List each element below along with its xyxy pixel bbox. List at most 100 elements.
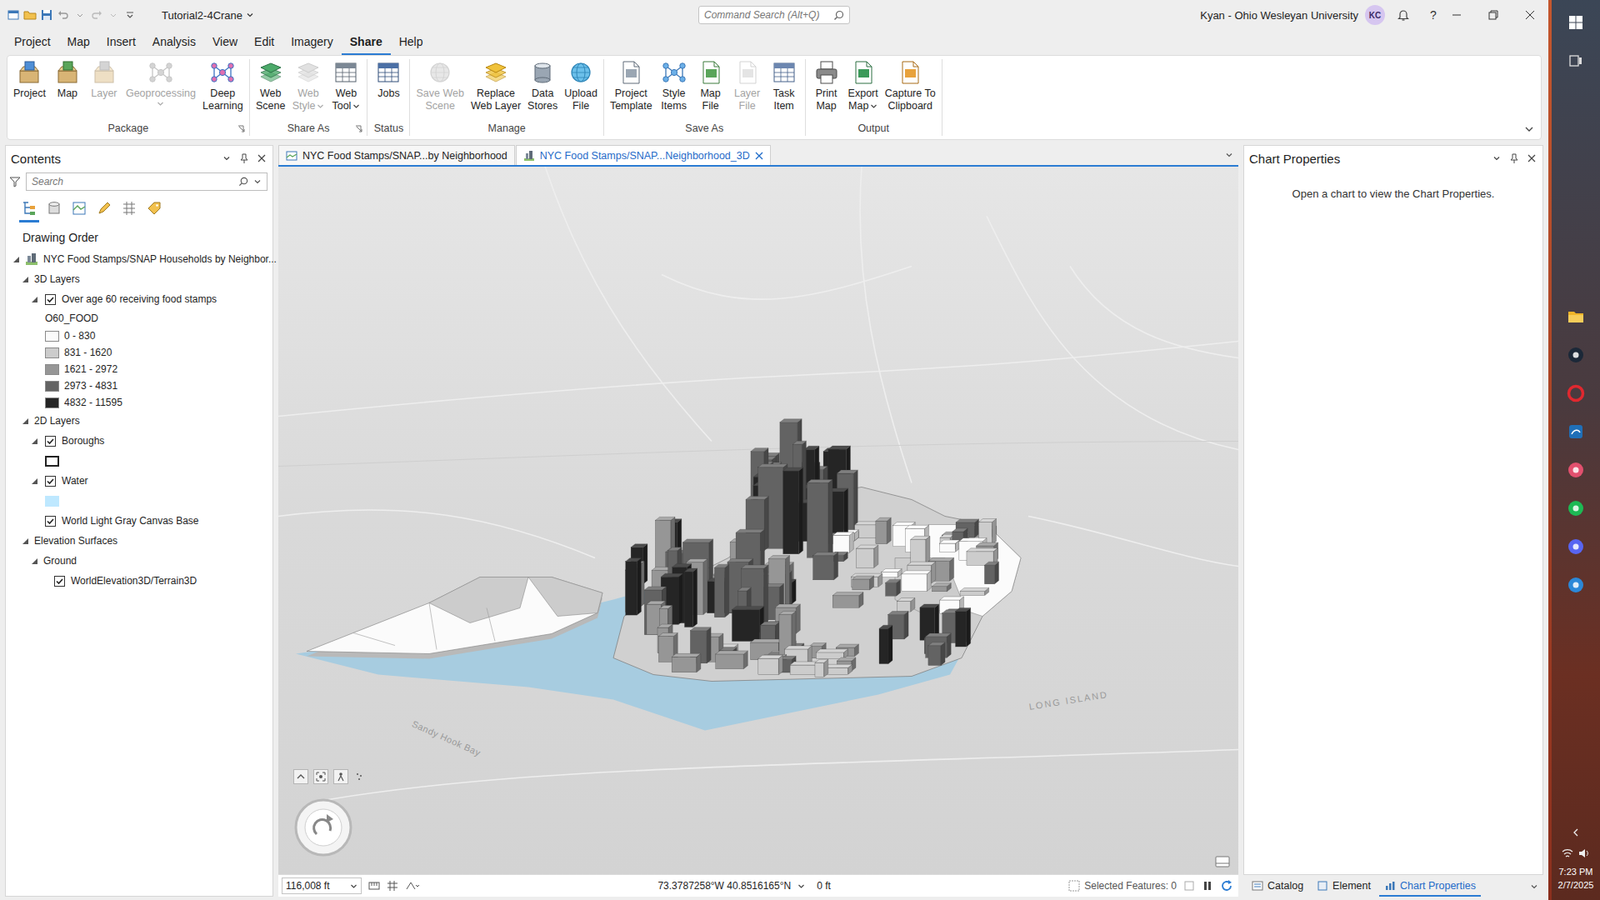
pane-menu-icon[interactable] xyxy=(222,154,231,163)
ribbon-tab[interactable]: Edit xyxy=(245,35,283,55)
undo-dropdown-icon[interactable] xyxy=(73,6,87,24)
ribbon-tab[interactable]: View xyxy=(204,35,246,55)
collapse-ribbon-icon[interactable] xyxy=(1517,124,1541,140)
ribbon-button[interactable]: DeepLearning xyxy=(199,59,247,113)
grid-icon[interactable] xyxy=(386,880,399,892)
project-title[interactable]: Tutorial2-4Crane xyxy=(161,9,255,22)
pin-icon[interactable] xyxy=(239,153,250,164)
ribbon-tab[interactable]: Insert xyxy=(98,35,145,55)
save-icon[interactable] xyxy=(40,6,54,24)
full-extent-icon[interactable] xyxy=(313,769,329,785)
pane-menu-icon[interactable] xyxy=(1492,154,1501,163)
layer-checkbox[interactable] xyxy=(54,575,65,587)
restore-icon[interactable] xyxy=(1475,0,1512,30)
user-name[interactable]: Kyan - Ohio Wesleyan University xyxy=(1200,9,1359,22)
taskbar-app-icon[interactable] xyxy=(1559,339,1593,371)
tree-row[interactable]: WorldElevation3D/Terrain3D xyxy=(5,570,273,591)
scale-combobox[interactable]: 116,008 ft xyxy=(281,877,362,895)
ribbon-button[interactable]: ReplaceWeb Layer xyxy=(467,59,525,113)
ribbon-button[interactable]: MapFile xyxy=(692,59,730,113)
ribbon-button[interactable]: Capture ToClipboard xyxy=(881,59,940,113)
ribbon-button[interactable]: WebStyle xyxy=(289,59,329,113)
tree-row[interactable]: 2D Layers xyxy=(5,410,273,431)
ribbon-button[interactable]: Jobs xyxy=(370,59,407,100)
pane-tabs-overflow-icon[interactable] xyxy=(1525,876,1544,897)
close-pane-icon[interactable] xyxy=(257,154,266,163)
undo-icon[interactable] xyxy=(56,6,70,24)
expanded-arrow-icon[interactable] xyxy=(30,437,39,445)
tree-row[interactable]: 0 - 830 xyxy=(5,327,273,345)
list-view-icon[interactable] xyxy=(19,199,40,223)
tree-row[interactable]: World Light Gray Canvas Base xyxy=(5,510,273,531)
help-button[interactable]: ? xyxy=(1428,8,1439,22)
ribbon-button[interactable]: ExportMap xyxy=(845,59,882,113)
taskbar-app-icon[interactable] xyxy=(1559,377,1593,410)
pause-drawing-icon[interactable] xyxy=(1201,880,1214,892)
map-canvas[interactable]: LONG ISLANDSandy Hook Bay xyxy=(278,166,1239,875)
close-pane-icon[interactable] xyxy=(1527,154,1536,163)
ribbon-tab[interactable]: Map xyxy=(59,35,99,55)
ribbon-button[interactable]: WebScene xyxy=(252,59,290,113)
tree-row[interactable]: 1621 - 2972 xyxy=(5,360,273,378)
customize-toolbar-icon[interactable] xyxy=(123,6,137,24)
notification-bell-icon[interactable] xyxy=(1396,8,1410,22)
filter-icon[interactable] xyxy=(9,175,21,188)
expanded-arrow-icon[interactable] xyxy=(30,295,39,304)
tree-row[interactable] xyxy=(5,450,273,471)
tree-row[interactable]: 2973 - 4831 xyxy=(5,377,273,395)
snapping-icon[interactable] xyxy=(405,880,420,892)
command-search[interactable]: Command Search (Alt+Q) xyxy=(698,5,850,25)
minimize-icon[interactable] xyxy=(1438,0,1475,30)
windows-start-icon[interactable] xyxy=(1559,6,1593,39)
close-tab-icon[interactable] xyxy=(755,151,764,160)
contents-search[interactable]: Search xyxy=(25,172,268,191)
dialog-launcher-icon[interactable] xyxy=(355,125,363,133)
show-hidden-icons[interactable] xyxy=(1559,824,1593,841)
ribbon-button[interactable]: Map xyxy=(49,59,86,100)
db-view-icon[interactable] xyxy=(44,199,65,223)
map-tab[interactable]: NYC Food Stamps/SNAP...by Neighborhood xyxy=(278,145,515,165)
ribbon-tab[interactable]: Share xyxy=(341,35,391,55)
tree-row[interactable]: O60_FOOD xyxy=(5,309,273,328)
pencil-view-icon[interactable] xyxy=(94,199,115,223)
open-folder-icon[interactable] xyxy=(23,6,37,24)
taskbar-app-icon[interactable] xyxy=(1559,530,1593,563)
ribbon-button[interactable]: WebTool xyxy=(327,59,365,113)
expanded-arrow-icon[interactable] xyxy=(30,557,39,565)
ribbon-tab[interactable]: Project xyxy=(5,35,60,55)
pane-tab[interactable]: Chart Properties xyxy=(1379,876,1481,897)
taskbar-app-icon[interactable] xyxy=(1559,300,1593,333)
search-options-icon[interactable] xyxy=(253,177,262,186)
layers-view-icon[interactable] xyxy=(69,199,90,223)
navigator-options-icon[interactable] xyxy=(353,770,367,784)
task-view-icon[interactable] xyxy=(1559,45,1593,77)
close-icon[interactable] xyxy=(1511,0,1549,30)
tree-row[interactable]: Ground xyxy=(5,550,273,571)
map-options-icon[interactable] xyxy=(1215,855,1230,868)
layer-checkbox[interactable] xyxy=(45,515,56,527)
tree-row[interactable]: 831 - 1620 xyxy=(5,344,273,361)
expanded-arrow-icon[interactable] xyxy=(12,255,20,264)
ribbon-button[interactable]: Geoprocessing xyxy=(122,59,200,108)
layer-checkbox[interactable] xyxy=(45,294,56,305)
scale-ratio-icon[interactable] xyxy=(368,880,380,892)
tree-row[interactable]: 4832 - 11595 xyxy=(5,394,273,411)
taskbar-app-icon[interactable] xyxy=(1559,492,1593,525)
tag-view-icon[interactable] xyxy=(144,199,165,223)
map-tab[interactable]: NYC Food Stamps/SNAP...Neighborhood_3D xyxy=(515,145,771,165)
tree-row[interactable]: NYC Food Stamps/SNAP Households by Neigh… xyxy=(5,249,273,270)
ribbon-tab[interactable]: Imagery xyxy=(282,35,342,55)
ribbon-button[interactable]: ProjectTemplate xyxy=(606,59,656,113)
ribbon-button[interactable]: Save WebScene xyxy=(412,59,467,113)
system-tray[interactable] xyxy=(1561,847,1590,860)
expanded-arrow-icon[interactable] xyxy=(21,275,30,284)
ribbon-button[interactable]: PrintMap xyxy=(808,59,845,113)
ribbon-button[interactable]: TaskItem xyxy=(765,59,803,113)
new-project-icon[interactable] xyxy=(6,6,20,24)
taskbar-app-icon[interactable] xyxy=(1559,569,1593,601)
user-avatar[interactable]: KC xyxy=(1365,5,1385,25)
navigator-icon[interactable] xyxy=(293,797,354,858)
selected-features[interactable]: Selected Features: 0 xyxy=(1068,880,1177,892)
ribbon-tab[interactable]: Analysis xyxy=(144,35,205,55)
pane-tab[interactable]: Catalog xyxy=(1246,876,1309,897)
